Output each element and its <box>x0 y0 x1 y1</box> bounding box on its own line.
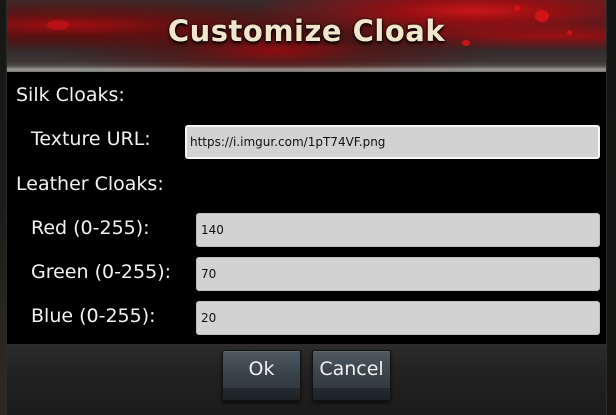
green-channel-input[interactable] <box>196 257 600 291</box>
texture-url-input[interactable] <box>185 125 600 159</box>
customize-cloak-dialog: Customize Cloak Silk Cloaks: Texture URL… <box>7 0 606 415</box>
game-screen: Customize Cloak Silk Cloaks: Texture URL… <box>0 0 616 415</box>
red-channel-input[interactable] <box>196 213 600 247</box>
silk-cloaks-heading: Silk Cloaks: <box>16 84 125 106</box>
dialog-footer: Ok Cancel <box>7 344 606 415</box>
leather-cloaks-heading: Leather Cloaks: <box>16 173 164 195</box>
dialog-header-banner: Customize Cloak <box>7 0 606 72</box>
blue-channel-input[interactable] <box>196 301 600 335</box>
cancel-button-shade <box>313 388 390 400</box>
blue-channel-label: Blue (0-255): <box>31 305 156 327</box>
ok-button[interactable]: Ok <box>222 350 301 401</box>
blood-splatter-decoration <box>514 5 520 11</box>
ok-button-shade <box>223 388 300 400</box>
ok-button-label: Ok <box>248 358 275 380</box>
cancel-button[interactable]: Cancel <box>312 350 391 401</box>
red-channel-label: Red (0-255): <box>31 217 150 239</box>
dialog-content: Silk Cloaks: Texture URL: Leather Cloaks… <box>7 72 606 344</box>
green-channel-label: Green (0-255): <box>31 261 172 283</box>
texture-url-label: Texture URL: <box>31 128 151 150</box>
cancel-button-label: Cancel <box>319 358 384 380</box>
dialog-title: Customize Cloak <box>167 14 446 48</box>
